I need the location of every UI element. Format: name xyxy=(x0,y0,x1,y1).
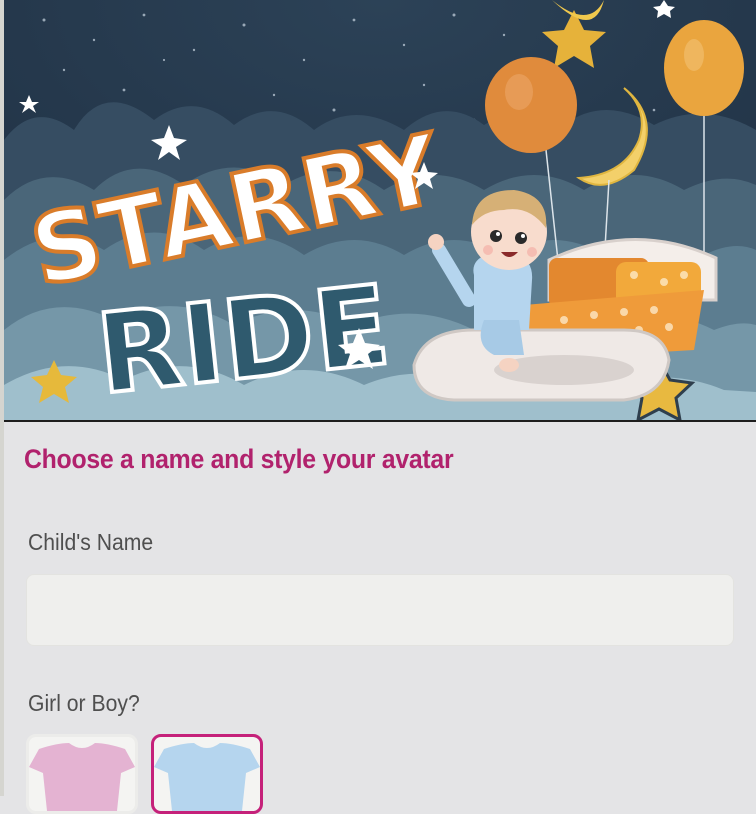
avatar-form: Choose a name and style your avatar Chil… xyxy=(4,422,756,814)
form-title: Choose a name and style your avatar xyxy=(24,444,454,474)
gender-label: Girl or Boy? xyxy=(28,690,140,716)
girl-option-button[interactable] xyxy=(26,734,138,814)
girl-shirt-icon xyxy=(29,743,135,811)
hero-banner: STARRY RIDE xyxy=(4,0,756,422)
hero-illustration: STARRY RIDE xyxy=(4,0,756,420)
childs-name-label: Child's Name xyxy=(28,529,154,555)
boy-shirt-icon xyxy=(154,743,260,811)
boy-option-button[interactable] xyxy=(151,734,263,814)
childs-name-input[interactable] xyxy=(26,574,734,646)
